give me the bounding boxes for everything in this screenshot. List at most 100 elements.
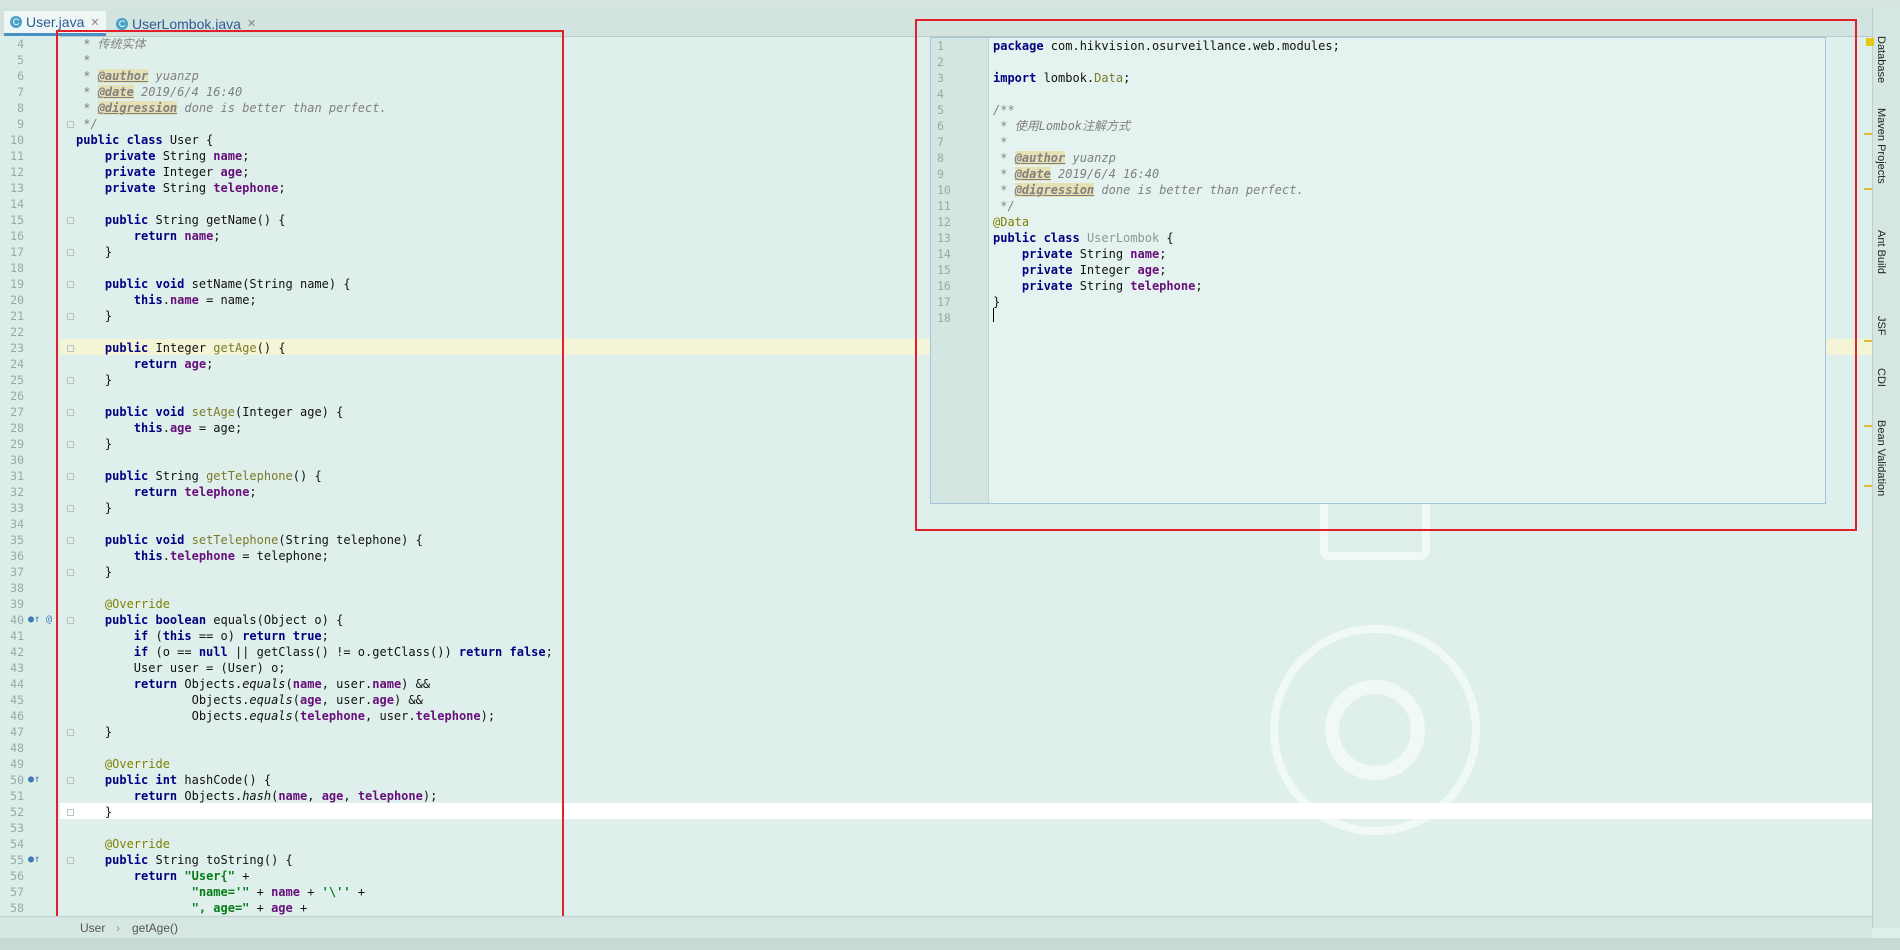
fold-marker-icon[interactable] — [67, 345, 74, 352]
line-number: 22 — [10, 325, 24, 339]
code-line: public String toString() { — [104, 853, 293, 867]
code-line: @Override — [104, 597, 170, 611]
popup-code-line: private String telephone; — [1021, 279, 1203, 293]
line-number: 4 — [17, 37, 24, 51]
popup-code-line: * @date 2019/6/4 16:40 — [993, 167, 1160, 181]
fold-marker-icon[interactable] — [67, 505, 74, 512]
fold-marker-icon[interactable] — [67, 537, 74, 544]
line-number: 36 — [10, 549, 24, 563]
line-number: 8 — [17, 101, 24, 115]
line-number: 15 — [937, 263, 951, 277]
line-number: 6 — [937, 119, 944, 133]
fold-marker-icon[interactable] — [67, 281, 74, 288]
line-number: 26 — [10, 389, 24, 403]
line-number: 8 — [937, 151, 944, 165]
fold-marker-icon[interactable] — [67, 809, 74, 816]
override-gutter-icon[interactable]: ●↑ — [28, 772, 40, 788]
code-line: "name='" + name + '\'' + — [191, 885, 366, 899]
code-line: this.age = age; — [133, 421, 243, 435]
code-line: public class User { — [76, 133, 214, 147]
tool-window-database[interactable]: Database — [1875, 36, 1887, 83]
code-line: public void setTelephone(String telephon… — [104, 533, 423, 547]
tool-window-maven-projects[interactable]: Maven Projects — [1875, 108, 1887, 184]
code-line: public boolean equals(Object o) { — [104, 613, 344, 627]
line-number: 41 — [10, 629, 24, 643]
code-line: public void setName(String name) { — [104, 277, 351, 291]
line-number: 33 — [10, 501, 24, 515]
status-bar — [0, 938, 1900, 950]
line-number: 24 — [10, 357, 24, 371]
fold-marker-icon[interactable] — [67, 569, 74, 576]
close-icon[interactable]: ✕ — [247, 17, 256, 30]
code-line: this.name = name; — [133, 293, 257, 307]
code-line: return name; — [133, 229, 221, 243]
code-line: public void setAge(Integer age) { — [104, 405, 344, 419]
line-number: 44 — [10, 677, 24, 691]
fold-marker-icon[interactable] — [67, 121, 74, 128]
line-number: 1 — [937, 39, 944, 53]
line-number: 16 — [10, 229, 24, 243]
line-number: 25 — [10, 373, 24, 387]
popup-code-line: public class UserLombok { — [993, 231, 1174, 245]
line-number: 28 — [10, 421, 24, 435]
popup-code-line: @Data — [993, 215, 1030, 229]
popup-code-line: * 使用Lombok注解方式 — [993, 119, 1131, 133]
analysis-status-icon — [1866, 38, 1874, 46]
code-line: return telephone; — [133, 485, 257, 499]
fold-marker-icon[interactable] — [67, 473, 74, 480]
tab-user-java[interactable]: C User.java ✕ — [4, 11, 106, 36]
code-line: ", age=" + age + — [191, 901, 308, 915]
breadcrumb-class[interactable]: User — [80, 921, 105, 935]
line-number: 7 — [937, 135, 944, 149]
popup-code-line: package com.hikvision.osurveillance.web.… — [993, 39, 1340, 53]
fold-marker-icon[interactable] — [67, 377, 74, 384]
close-icon[interactable]: ✕ — [90, 16, 99, 29]
code-line: Objects.equals(age, user.age) && — [76, 693, 423, 707]
error-stripe-mark — [1864, 425, 1872, 427]
fold-marker-icon[interactable] — [67, 441, 74, 448]
code-line: } — [76, 565, 113, 579]
fold-marker-icon[interactable] — [67, 729, 74, 736]
line-number: 9 — [937, 167, 944, 181]
code-line: public Integer getAge() { — [104, 341, 286, 355]
tool-window-ant-build[interactable]: Ant Build — [1875, 230, 1887, 274]
line-number: 7 — [17, 85, 24, 99]
popup-code-line: * — [993, 135, 1008, 149]
line-number: 50 — [10, 773, 24, 787]
code-line: * 传统实体 — [76, 37, 146, 51]
line-number: 35 — [10, 533, 24, 547]
popup-code-line: import lombok.Data; — [993, 71, 1131, 85]
line-number: 10 — [937, 183, 951, 197]
error-stripe-mark — [1864, 485, 1872, 487]
error-stripe-mark — [1864, 188, 1872, 190]
line-number: 13 — [937, 231, 951, 245]
tool-window-bean-validation[interactable]: Bean Validation — [1875, 420, 1887, 496]
tab-label: User.java — [26, 14, 85, 30]
popup-gutter: 1 2 3 4 5 6 7 8 9 10 11 12 13 14 15 16 17 18 — [931, 38, 989, 503]
quick-definition-popup[interactable]: 1 2 3 4 5 6 7 8 9 10 11 12 13 14 15 16 17 18 package com.… — [930, 37, 1826, 504]
code-line: } — [76, 805, 113, 819]
line-number: 20 — [10, 293, 24, 307]
override-gutter-icon[interactable]: ●↑ — [28, 852, 40, 868]
tab-userlombok-java[interactable]: C UserLombok.java ✕ — [110, 11, 262, 36]
fold-marker-icon[interactable] — [67, 617, 74, 624]
code-line: * @date 2019/6/4 16:40 — [76, 85, 243, 99]
override-gutter-icon[interactable]: ●↑ @ — [28, 612, 52, 628]
fold-marker-icon[interactable] — [67, 249, 74, 256]
fold-marker-icon[interactable] — [67, 313, 74, 320]
tool-window-jsf[interactable]: JSF — [1875, 316, 1887, 336]
code-line: if (o == null || getClass() != o.getClas… — [133, 645, 553, 659]
fold-marker-icon[interactable] — [67, 217, 74, 224]
line-number: 55 — [10, 853, 24, 867]
fold-marker-icon[interactable] — [67, 409, 74, 416]
line-number: 3 — [937, 71, 944, 85]
error-stripe-mark — [1864, 340, 1872, 342]
code-line: } — [76, 245, 113, 259]
code-line: return "User{" + — [133, 869, 250, 883]
error-stripe-mark — [1864, 133, 1872, 135]
fold-marker-icon[interactable] — [67, 777, 74, 784]
tool-window-cdi[interactable]: CDI — [1875, 368, 1887, 387]
code-line: * — [76, 53, 91, 67]
fold-marker-icon[interactable] — [67, 857, 74, 864]
breadcrumb-method[interactable]: getAge() — [132, 921, 178, 935]
